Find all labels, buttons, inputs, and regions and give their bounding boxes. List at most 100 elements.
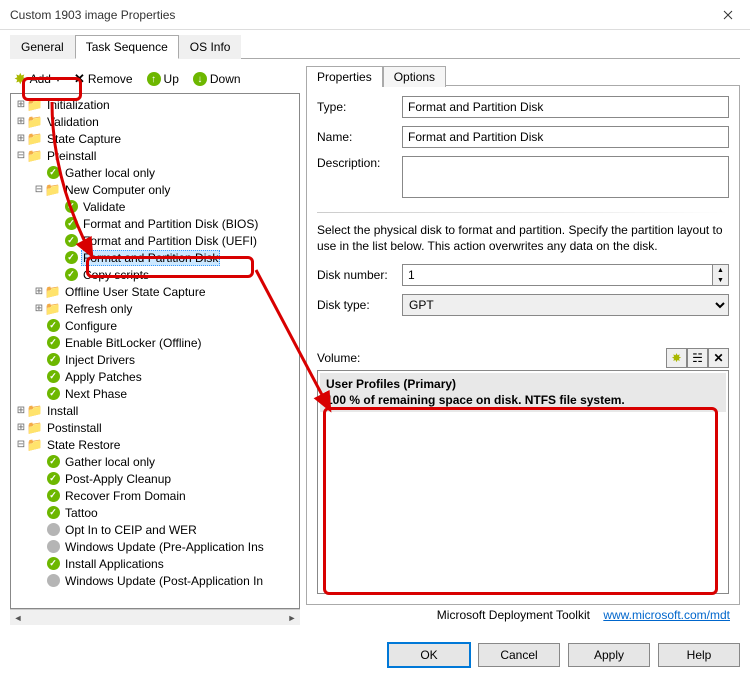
spin-down-icon[interactable]: ▼ [713,275,728,285]
folder-icon: 📁 [27,97,43,112]
tree-item-label: Format and Partition Disk (UEFI) [81,234,259,248]
tree-item[interactable]: ✓Apply Patches [13,368,297,385]
volume-delete-button[interactable]: ✕ [708,348,729,368]
folder-icon: 📁 [27,148,43,163]
tree-scroll-horizontal[interactable]: ◄ ► [10,609,300,625]
ok-button[interactable]: OK [388,643,470,667]
down-button[interactable]: ↓ Down [189,70,245,88]
tree-item[interactable]: ✓Next Phase [13,385,297,402]
up-button[interactable]: ↑ Up [143,70,183,88]
tab-options[interactable]: Options [383,66,446,87]
tree-item[interactable]: ✓Gather local only [13,453,297,470]
tree-item[interactable]: ✓Enable BitLocker (Offline) [13,334,297,351]
expand-icon[interactable]: ⊞ [15,422,27,433]
tree-item[interactable]: ⊞📁Initialization [13,96,297,113]
tree-item[interactable]: ⊞📁Offline User State Capture [13,283,297,300]
tree-item-label: Postinstall [45,421,104,435]
tree-item-label: Tattoo [63,506,100,520]
tree-item-label: Refresh only [63,302,134,316]
tree-item[interactable]: ✓Configure [13,317,297,334]
expand-icon[interactable]: ⊟ [15,150,27,161]
tree-item[interactable]: ⊞📁Postinstall [13,419,297,436]
tree-item[interactable]: Opt In to CEIP and WER [13,521,297,538]
remove-button[interactable]: ✕ Remove [70,69,137,89]
tree-item-label: Next Phase [63,387,129,401]
volume-properties-button[interactable]: ☵ [687,348,708,368]
disk-type-select[interactable]: GPT [402,294,729,316]
disk-number-spinner[interactable]: ▲ ▼ [402,264,729,286]
tree-item[interactable]: ✓Format and Partition Disk (BIOS) [13,215,297,232]
tab-os-info[interactable]: OS Info [179,35,242,59]
tree-item-label: Post-Apply Cleanup [63,472,173,486]
add-button[interactable]: ✸ Add ▾ [10,68,64,90]
volume-list[interactable]: User Profiles (Primary) 100 % of remaini… [317,370,729,594]
tree-item[interactable]: ⊟📁State Restore [13,436,297,453]
starburst-icon: ✸ [671,351,681,365]
tree-item[interactable]: ✓Validate [13,198,297,215]
tree-item[interactable]: Windows Update (Post-Application In [13,572,297,589]
spin-up-icon[interactable]: ▲ [713,265,728,275]
tree-item[interactable]: Windows Update (Pre-Application Ins [13,538,297,555]
tree-item[interactable]: ✓Copy scripts [13,266,297,283]
volume-item-name: User Profiles (Primary) [326,376,720,392]
check-icon: ✓ [45,556,61,571]
cancel-button[interactable]: Cancel [478,643,560,667]
check-icon: ✓ [63,250,79,265]
tree-item-label: Initialization [45,98,112,112]
tree-item[interactable]: ✓Install Applications [13,555,297,572]
volume-item-desc: 100 % of remaining space on disk. NTFS f… [326,392,720,408]
check-icon: ✓ [63,216,79,231]
tree-item[interactable]: ⊞📁Install [13,402,297,419]
tab-task-sequence[interactable]: Task Sequence [75,35,179,59]
volume-new-button[interactable]: ✸ [666,348,687,368]
tree-item[interactable]: ✓Gather local only [13,164,297,181]
tree-item[interactable]: ⊟📁New Computer only [13,181,297,198]
expand-icon[interactable]: ⊞ [33,303,45,314]
tree-item[interactable]: ⊟📁Preinstall [13,147,297,164]
tree-item-label: Format and Partition Disk [81,250,220,266]
expand-icon[interactable]: ⊞ [15,99,27,110]
delete-icon: ✕ [713,351,723,365]
tree-item-label: Recover From Domain [63,489,188,503]
description-field[interactable] [402,156,729,198]
tab-properties[interactable]: Properties [306,66,383,87]
apply-button[interactable]: Apply [568,643,650,667]
tree-item[interactable]: ⊞📁Refresh only [13,300,297,317]
task-sequence-tree[interactable]: ⊞📁Initialization⊞📁Validation⊞📁State Capt… [10,93,300,609]
tree-item[interactable]: ⊞📁Validation [13,113,297,130]
remove-icon: ✕ [74,71,85,87]
expand-icon[interactable]: ⊞ [15,405,27,416]
window-close-button[interactable] [705,0,750,30]
help-button[interactable]: Help [658,643,740,667]
expand-icon[interactable]: ⊞ [33,286,45,297]
tree-item[interactable]: ✓Recover From Domain [13,487,297,504]
tree-item[interactable]: ✓Format and Partition Disk (UEFI) [13,232,297,249]
disk-number-input[interactable] [402,264,713,286]
expand-icon[interactable]: ⊞ [15,116,27,127]
tree-item[interactable]: ✓Inject Drivers [13,351,297,368]
description-label: Description: [317,156,402,170]
scroll-left-icon[interactable]: ◄ [10,610,26,625]
tree-item-label: Gather local only [63,455,157,469]
disk-number-label: Disk number: [317,268,402,282]
starburst-icon: ✸ [14,70,27,88]
inner-tab-bar: Properties Options [306,65,446,86]
tree-item[interactable]: ⊞📁State Capture [13,130,297,147]
name-field[interactable] [402,126,729,148]
name-label: Name: [317,130,402,144]
conditional-check-icon: ✓ [45,165,61,180]
scroll-right-icon[interactable]: ► [284,610,300,625]
expand-icon[interactable]: ⊞ [15,133,27,144]
expand-icon[interactable]: ⊟ [33,184,45,195]
tree-item[interactable]: ✓Format and Partition Disk [13,249,297,266]
expand-icon[interactable]: ⊟ [15,439,27,450]
separator [317,212,729,213]
tab-general[interactable]: General [10,35,75,59]
tree-item-label: Format and Partition Disk (BIOS) [81,217,260,231]
volume-item[interactable]: User Profiles (Primary) 100 % of remaini… [320,373,726,411]
disabled-icon [45,539,61,554]
arrow-down-icon: ↓ [193,72,207,86]
tree-item[interactable]: ✓Tattoo [13,504,297,521]
footer-link[interactable]: www.microsoft.com/mdt [603,608,730,622]
tree-item[interactable]: ✓Post-Apply Cleanup [13,470,297,487]
